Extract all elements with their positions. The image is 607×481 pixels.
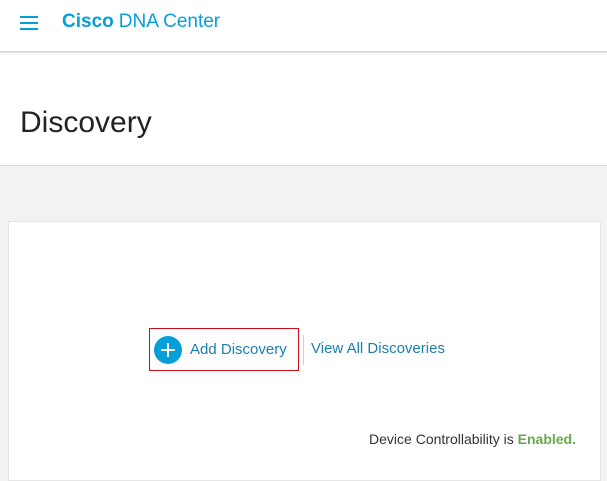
- add-discovery-label: Add Discovery: [190, 341, 287, 358]
- discovery-content-card: Add Discovery View All Discoveries Devic…: [8, 221, 601, 481]
- controllability-text: Device Controllability is: [369, 431, 514, 447]
- device-controllability-status: Device Controllability is Enabled.: [369, 430, 576, 448]
- hamburger-menu-icon[interactable]: [20, 16, 38, 30]
- controllability-status-badge: Enabled.: [517, 431, 576, 447]
- link-divider: [303, 335, 304, 365]
- view-all-discoveries-link[interactable]: View All Discoveries: [311, 340, 445, 358]
- brand-name-light: DNA Center: [118, 11, 221, 32]
- top-navigation-bar: Cisco DNA Center: [0, 0, 607, 52]
- plus-circle-icon: [154, 335, 182, 364]
- add-discovery-button[interactable]: Add Discovery: [149, 328, 299, 371]
- page-title: Discovery: [20, 106, 152, 139]
- brand-name-bold: Cisco: [62, 11, 114, 32]
- app-brand[interactable]: Cisco DNA Center: [62, 11, 220, 33]
- page-header: Discovery: [0, 53, 607, 166]
